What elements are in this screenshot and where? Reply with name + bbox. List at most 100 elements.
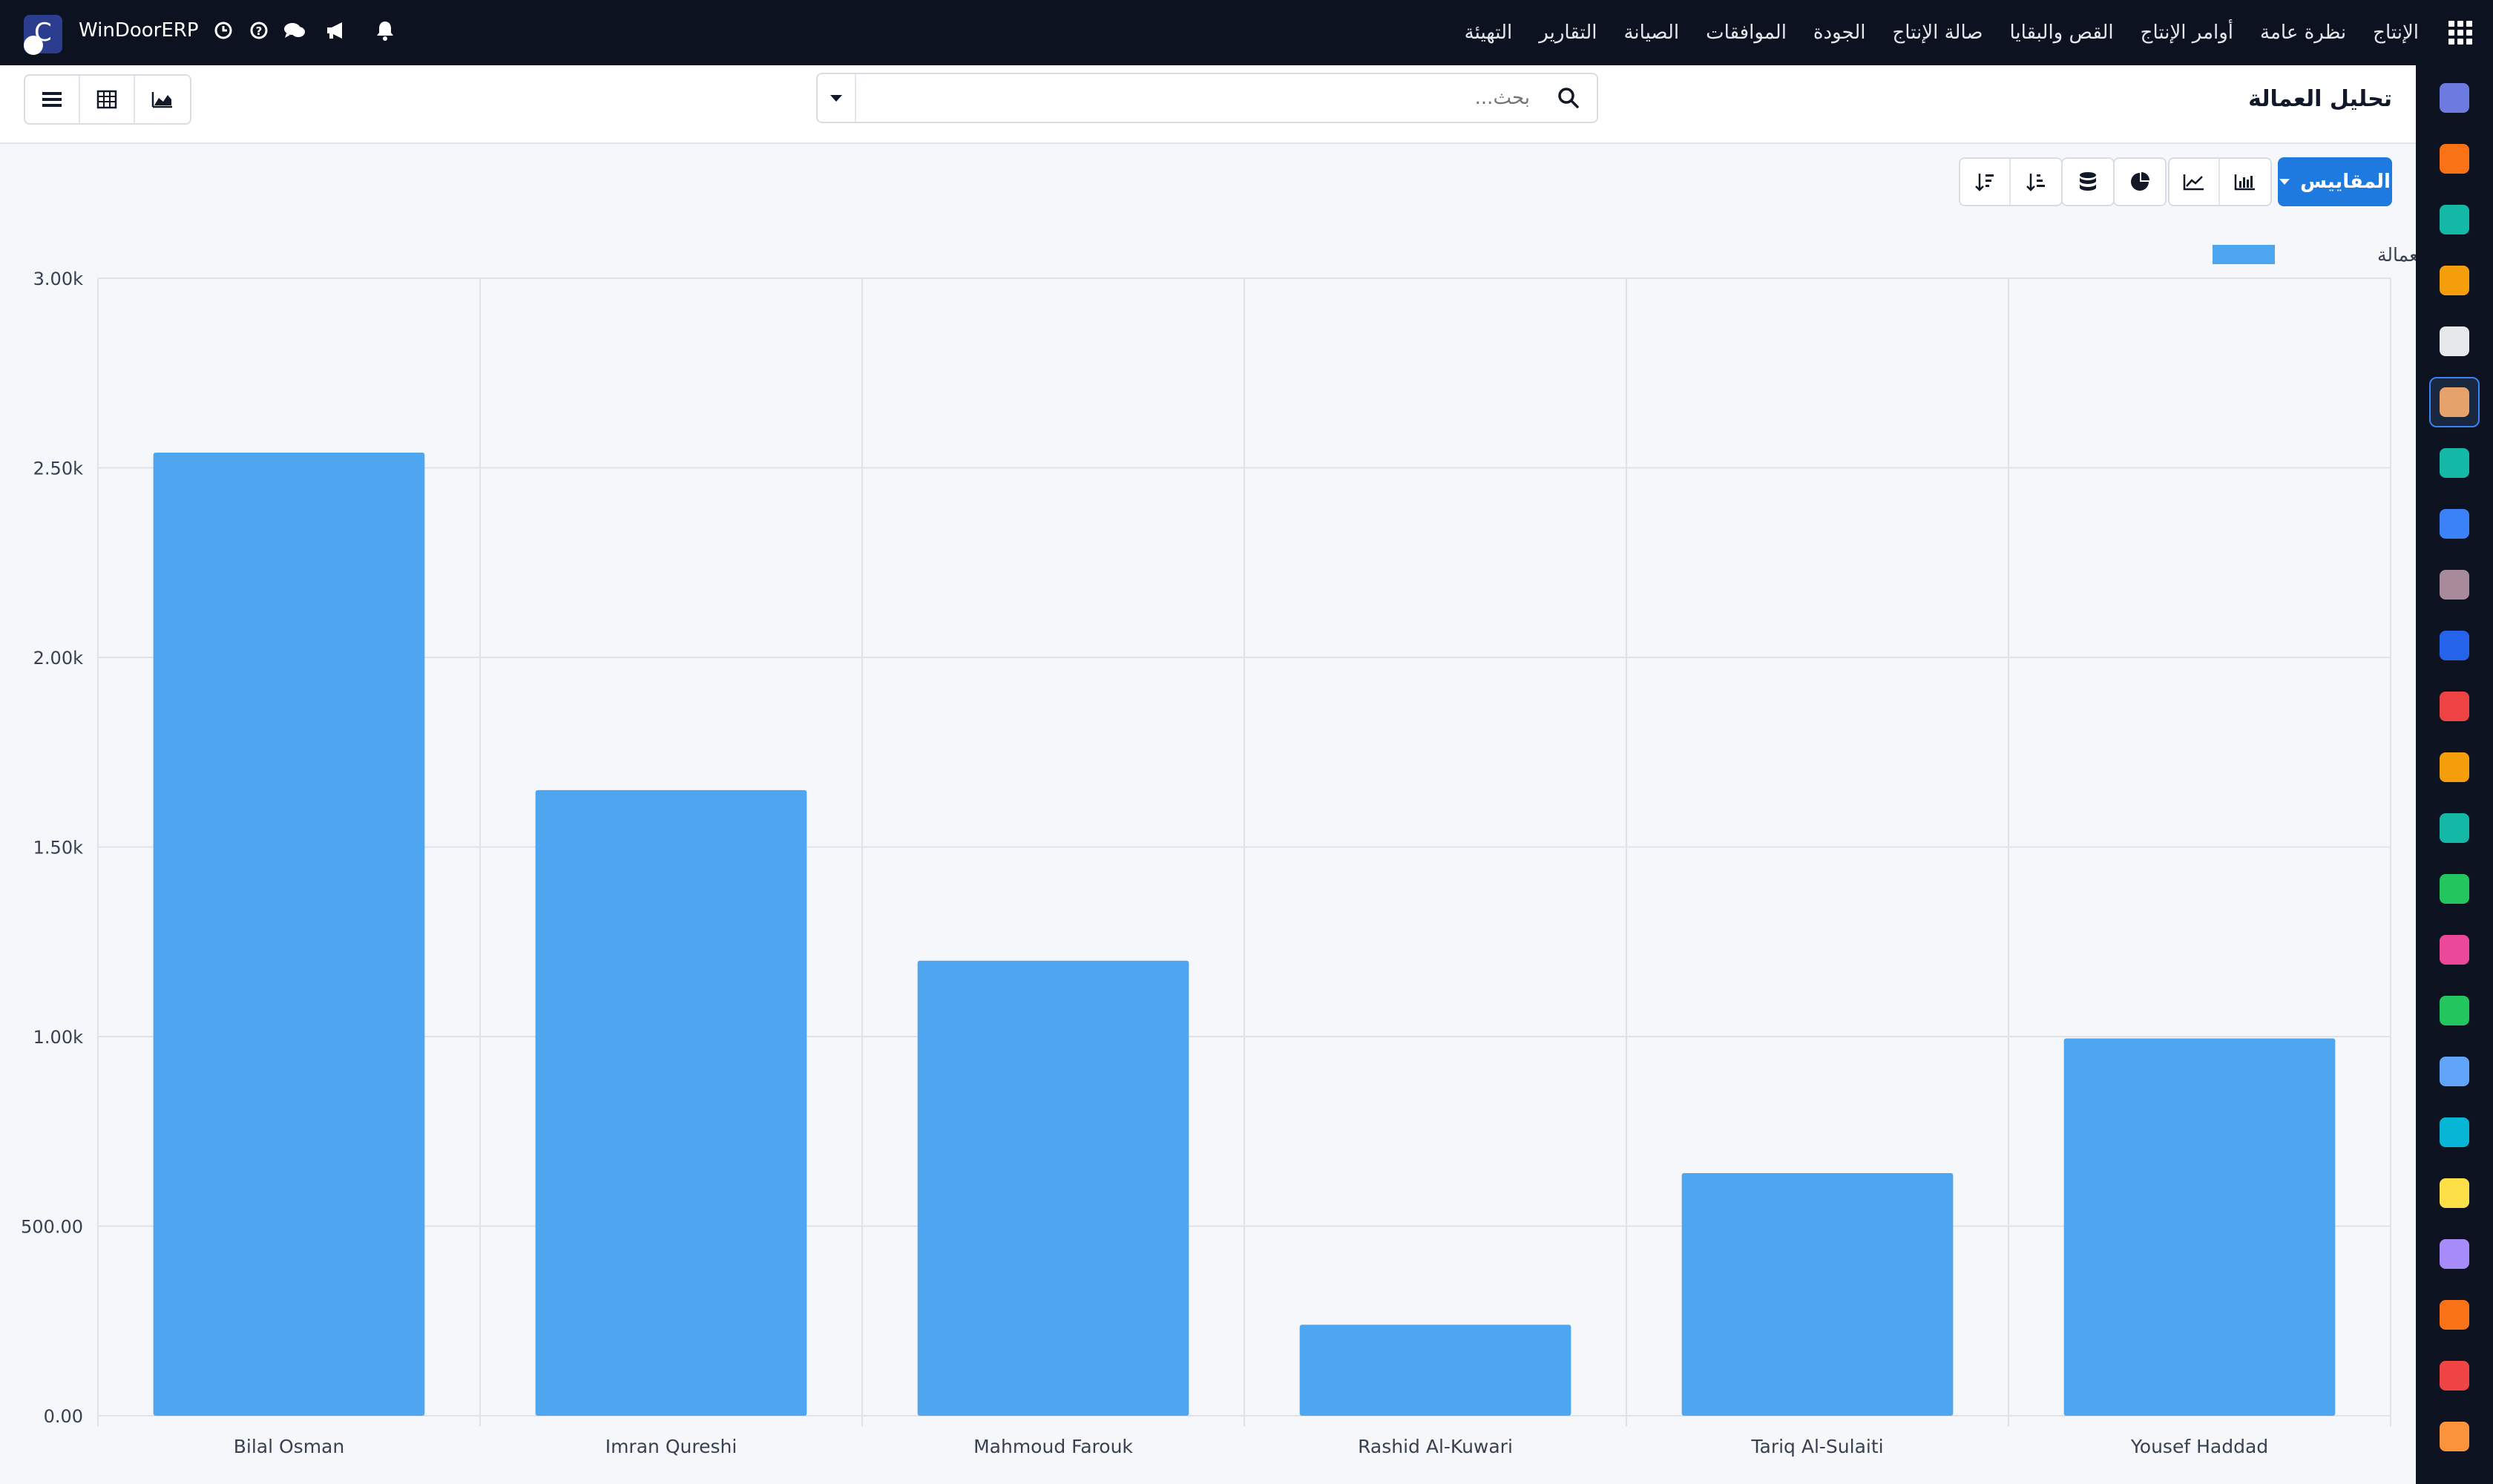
menu-item-maintenance[interactable]: الصيانة [1623, 22, 1679, 44]
measures-dropdown-button[interactable]: المقاييس [2278, 157, 2392, 206]
pie-chart-button[interactable] [2115, 159, 2165, 205]
sidebar-app-19[interactable] [2429, 1168, 2480, 1218]
m-app-icon [2440, 83, 2469, 113]
menu-item-configuration[interactable]: التهيئة [1465, 22, 1513, 44]
search-options-toggle[interactable] [818, 74, 856, 122]
sidebar-app-13[interactable] [2429, 803, 2480, 853]
sort-ascending-button[interactable] [2011, 159, 2061, 205]
menu-item-production[interactable]: الإنتاج [2373, 22, 2419, 44]
menu-item-cutting-remnants[interactable]: القص والبقايا [2009, 22, 2113, 44]
view-switcher [24, 74, 191, 125]
sidebar-app-21[interactable] [2429, 1290, 2480, 1340]
menu-item-overview[interactable]: نظرة عامة [2260, 22, 2346, 44]
menu-item-quality[interactable]: الجودة [1813, 22, 1866, 44]
discuss-icon[interactable] [283, 19, 306, 42]
bar-rashid-al-kuwari[interactable] [1299, 1324, 1571, 1416]
sidebar-app-22[interactable] [2429, 1350, 2480, 1401]
x-tick-label: Rashid Al-Kuwari [1358, 1436, 1513, 1457]
stacked-group [2061, 157, 2115, 206]
dashboard-icon [2440, 935, 2469, 965]
bar-mahmoud-farouk[interactable] [917, 960, 1189, 1416]
top-menu: الإنتاج نظرة عامة أوامر الإنتاج القص وال… [1465, 0, 2419, 65]
pivot-view-button[interactable] [80, 76, 135, 123]
area-chart-icon [151, 92, 172, 108]
y-tick-label: 500.00 [21, 1217, 83, 1238]
sidebar-app-17[interactable] [2429, 1046, 2480, 1097]
sidebar-app-9[interactable] [2429, 559, 2480, 610]
legend-label[interactable]: تكلفة العمالة [2377, 244, 2416, 266]
sidebar-app-5[interactable] [2429, 316, 2480, 367]
menu-item-production-orders[interactable]: أوامر الإنتاج [2141, 22, 2233, 44]
apps-grid-icon[interactable] [2448, 21, 2472, 45]
x-tick-label: Tariq Al-Sulaiti [1750, 1436, 1883, 1457]
sidebar-app-18[interactable] [2429, 1107, 2480, 1158]
sidebar-app-8[interactable] [2429, 499, 2480, 549]
x-tick-label: Imran Qureshi [605, 1436, 738, 1457]
y-tick-label: 1.50k [33, 838, 83, 858]
sidebar-app-14[interactable] [2429, 864, 2480, 914]
caret-down-icon [2279, 179, 2290, 185]
search-bar [816, 73, 1598, 123]
compass-icon [2440, 1057, 2469, 1086]
table-icon [96, 90, 117, 109]
sidebar-app-15[interactable] [2429, 925, 2480, 975]
sort-descending-icon [1975, 174, 1994, 191]
paper-plane-icon [2440, 1178, 2469, 1208]
legend-swatch[interactable] [2213, 245, 2275, 264]
bell-icon[interactable] [374, 19, 396, 42]
line-chart-icon [2183, 174, 2204, 191]
megaphone-icon[interactable] [325, 19, 347, 42]
sidebar-app-4[interactable] [2429, 255, 2480, 306]
sort-descending-button[interactable] [1960, 159, 2011, 205]
x-tick-label: Bilal Osman [234, 1436, 344, 1457]
search-input[interactable] [862, 79, 1530, 117]
database-icon [2080, 172, 2096, 191]
employees-icon [2440, 387, 2469, 417]
bar-imran-qureshi[interactable] [535, 789, 807, 1416]
bar-chart-app-icon [2440, 266, 2469, 295]
sidebar-app-23[interactable] [2429, 1411, 2480, 1462]
chart-area: 0.00 500.00 1.00k 1.50k 2.00k 2.50k 3.00k Bilal… [0, 223, 2416, 1484]
app-name[interactable]: WinDoorERP [79, 19, 199, 42]
sidebar-app-6[interactable] [2429, 377, 2480, 427]
sort-ascending-icon [2026, 174, 2045, 191]
line-chart-button[interactable] [2170, 159, 2220, 205]
sidebar-app-20[interactable] [2429, 1229, 2480, 1279]
clock-icon[interactable] [212, 19, 234, 42]
sidebar-app-7[interactable] [2429, 438, 2480, 488]
bar-tariq-al-sulaiti[interactable] [1681, 1172, 1954, 1416]
sort-group [1959, 157, 2063, 206]
bar-yousef-haddad[interactable] [2063, 1038, 2336, 1416]
card-icon [2440, 1239, 2469, 1269]
x-tick-label: Mahmoud Farouk [973, 1436, 1133, 1457]
sidebar-app-2[interactable] [2429, 134, 2480, 184]
bar-chart-button[interactable] [2220, 159, 2270, 205]
menu-item-production-hall[interactable]: صالة الإنتاج [1892, 22, 1983, 44]
sidebar-app-10[interactable] [2429, 620, 2480, 671]
stacked-button[interactable] [2063, 159, 2113, 205]
sidebar-app-12[interactable] [2429, 742, 2480, 792]
page-title: تحليل العمالة [2248, 86, 2392, 112]
calendar-icon [2440, 752, 2469, 782]
search-icon[interactable] [1557, 86, 1580, 110]
cube-icon [2440, 326, 2469, 356]
bar-bilal-osman[interactable] [153, 453, 425, 1416]
apps-sidebar [2416, 65, 2493, 1484]
sidebar-app-11[interactable] [2429, 681, 2480, 732]
pie-chart-group [2113, 157, 2167, 206]
pie-chart-icon [2131, 172, 2149, 191]
sidebar-app-16[interactable] [2429, 985, 2480, 1036]
y-tick-label: 1.00k [33, 1027, 83, 1048]
check-icon [2440, 448, 2469, 478]
menu-item-approvals[interactable]: الموافقات [1706, 22, 1787, 44]
app-logo[interactable]: C [24, 15, 62, 55]
help-icon[interactable]: ? [248, 19, 270, 42]
wave-icon [2440, 1117, 2469, 1147]
graph-view-button[interactable] [135, 76, 190, 123]
sidebar-app-1[interactable] [2429, 73, 2480, 123]
hexagon-icon [2440, 1300, 2469, 1330]
menu-item-reports[interactable]: التقارير [1539, 22, 1597, 44]
list-view-button[interactable] [25, 76, 80, 123]
y-tick-label: 2.00k [33, 648, 83, 669]
sidebar-app-3[interactable] [2429, 194, 2480, 245]
